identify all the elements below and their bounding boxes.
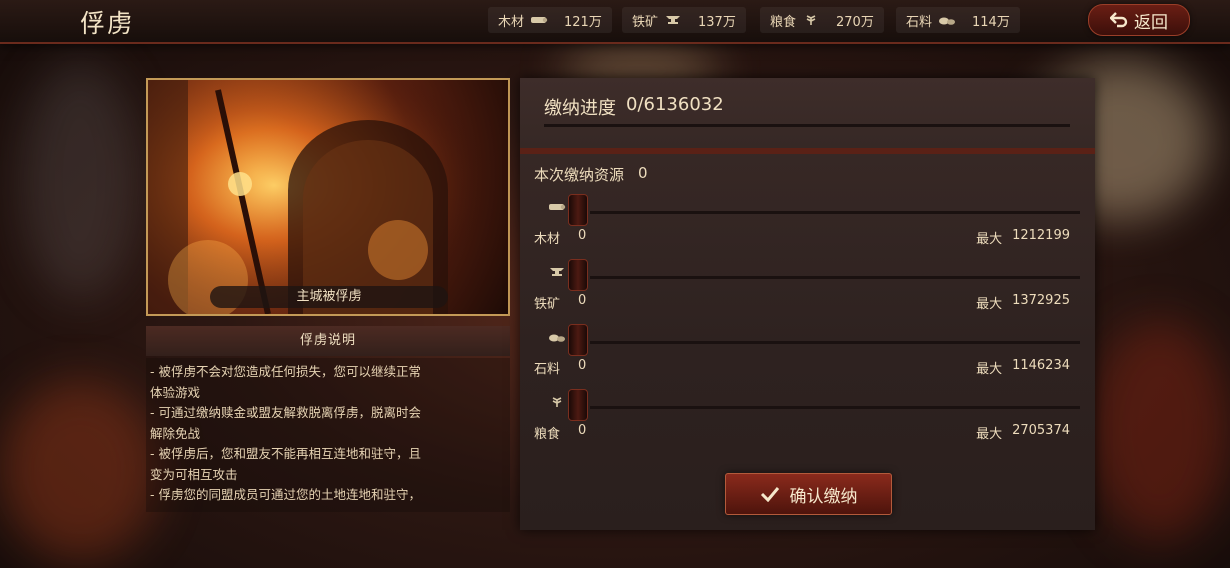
slider-track[interactable] <box>590 341 1080 344</box>
wood-icon <box>549 204 566 210</box>
back-arrow-icon <box>1110 12 1128 28</box>
resource-name: 铁矿 <box>534 297 561 312</box>
progress-label: 缴纳进度 <box>544 98 616 119</box>
max-label: 最大 <box>976 232 1003 247</box>
description-line: - 俘虏您的同盟成员可通过您的土地连地和驻守， <box>150 487 421 502</box>
slider-row-iron: 铁矿 0 最大 1372925 <box>534 259 1080 317</box>
wood-icon <box>531 17 548 23</box>
stone-icon <box>939 17 956 25</box>
progress-value: 0/6136032 <box>626 94 724 115</box>
max-value: 1372925 <box>1012 293 1070 308</box>
max-label: 最大 <box>976 427 1003 442</box>
max-label: 最大 <box>976 297 1003 312</box>
iron-anvil-icon <box>550 268 564 276</box>
resource-name: 粮食 <box>770 14 797 30</box>
slider-track[interactable] <box>590 276 1080 279</box>
description-line: 解除免战 <box>150 425 201 441</box>
resource-value: 121万 <box>564 14 602 30</box>
description-title: 俘虏说明 <box>146 326 510 356</box>
resource-value: 137万 <box>698 14 736 30</box>
back-label: 返回 <box>1134 12 1168 33</box>
iron-anvil-icon <box>666 16 681 24</box>
current-resources-label: 本次缴纳资源 <box>534 166 625 184</box>
resource-name: 石料 <box>906 14 933 30</box>
resource-name: 木材 <box>534 232 561 247</box>
resource-amount: 0 <box>578 293 587 308</box>
description-line: - 被俘虏不会对您造成任何损失，您可以继续正常 <box>150 364 421 379</box>
confirm-payment-button[interactable]: 确认缴纳 <box>725 473 892 515</box>
back-button[interactable]: 返回 <box>1088 4 1190 36</box>
resource-value: 114万 <box>972 14 1010 30</box>
grain-icon <box>552 397 562 407</box>
resource-iron: 铁矿 137万 <box>622 7 746 33</box>
current-resources-value: 0 <box>638 164 648 182</box>
resource-amount: 0 <box>578 228 587 243</box>
max-value: 1212199 <box>1012 228 1070 243</box>
top-bar: 俘虏 木材 121万 铁矿 137万 粮食 270万 石料 114万 返回 <box>0 0 1230 44</box>
resource-wood: 木材 121万 <box>488 7 612 33</box>
slider-knob[interactable] <box>568 194 588 226</box>
burning-gate-illustration <box>148 80 508 314</box>
max-value: 2705374 <box>1012 423 1070 438</box>
checkmark-icon <box>760 487 779 502</box>
slider-knob[interactable] <box>568 324 588 356</box>
resource-name: 石料 <box>534 362 561 377</box>
resource-name: 粮食 <box>534 427 561 442</box>
description-line: - 被俘虏后，您和盟友不能再相互连地和驻守，且 <box>150 446 421 461</box>
slider-row-grain: 粮食 0 最大 2705374 <box>534 389 1080 447</box>
slider-knob[interactable] <box>568 259 588 291</box>
page-title: 俘虏 <box>80 9 135 38</box>
resource-grain: 粮食 270万 <box>760 7 884 33</box>
confirm-label: 确认缴纳 <box>789 486 858 507</box>
max-value: 1146234 <box>1012 358 1070 373</box>
description-line: - 可通过缴纳赎金或盟友解救脱离俘虏，脱离时会 <box>150 405 421 420</box>
slider-track[interactable] <box>590 211 1080 214</box>
resource-amount: 0 <box>578 423 587 438</box>
description-line: 变为可相互攻击 <box>150 466 238 482</box>
resource-stone: 石料 114万 <box>896 7 1020 33</box>
stone-icon <box>549 334 565 342</box>
grain-icon <box>806 15 816 25</box>
resource-name: 木材 <box>498 14 525 30</box>
progress-section: 缴纳进度 0/6136032 <box>520 78 1095 154</box>
slider-row-wood: 木材 0 最大 1212199 <box>534 194 1080 252</box>
resource-name: 铁矿 <box>632 14 659 30</box>
resource-amount: 0 <box>578 358 587 373</box>
slider-row-stone: 石料 0 最大 1146234 <box>534 324 1080 382</box>
captured-city-image: 主城被俘虏 <box>146 78 510 316</box>
slider-knob[interactable] <box>568 389 588 421</box>
slider-track[interactable] <box>590 406 1080 409</box>
ransom-panel: 缴纳进度 0/6136032 本次缴纳资源 0 木材 0 最大 1212199 … <box>520 78 1095 530</box>
description-body[interactable]: - 被俘虏不会对您造成任何损失，您可以继续正常 体验游戏 - 可通过缴纳赎金或盟… <box>146 358 510 512</box>
description-line: 体验游戏 <box>150 384 201 400</box>
max-label: 最大 <box>976 362 1003 377</box>
progress-bar <box>544 124 1070 127</box>
resource-value: 270万 <box>836 14 874 30</box>
hero-caption: 主城被俘虏 <box>210 286 448 308</box>
